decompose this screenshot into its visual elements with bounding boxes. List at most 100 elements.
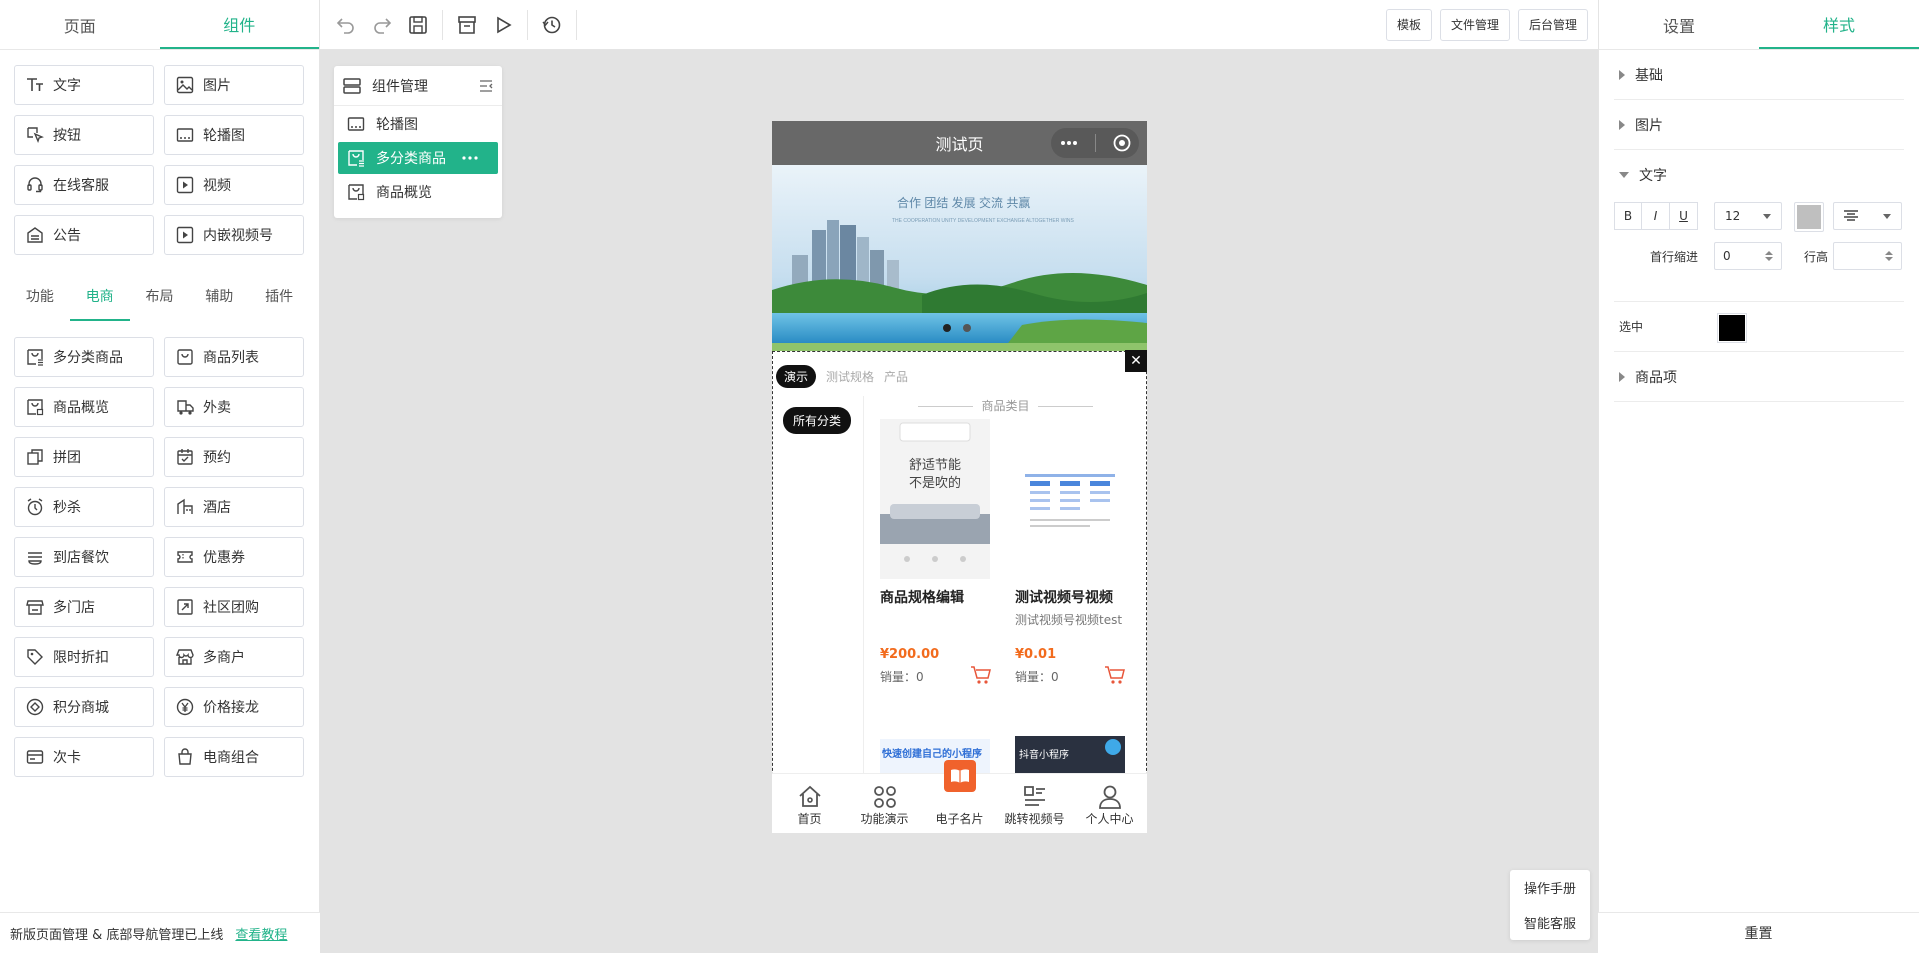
- component-bag[interactable]: 电商组合: [164, 737, 304, 777]
- reset-button[interactable]: 重置: [1598, 912, 1919, 953]
- section-label: 图片: [1635, 117, 1663, 134]
- collapse-icon[interactable]: [478, 78, 494, 94]
- remove-component-button[interactable]: ✕: [1125, 350, 1147, 372]
- section-image[interactable]: 图片: [1614, 100, 1904, 150]
- carousel-banner[interactable]: 合作 团结 发展 交流 共赢 THE COOPERATION UNITY DEV…: [772, 165, 1147, 351]
- component-online-service[interactable]: 在线客服: [14, 165, 154, 205]
- component-carousel[interactable]: 轮播图: [164, 115, 304, 155]
- tab-components[interactable]: 组件: [159, 0, 319, 49]
- archive-button[interactable]: [449, 7, 485, 43]
- component-tag[interactable]: 限时折扣: [14, 637, 154, 677]
- cm-item-carousel[interactable]: 轮播图: [338, 108, 498, 140]
- text-color-picker[interactable]: [1794, 202, 1824, 232]
- nav-video-channel[interactable]: 跳转视频号: [997, 774, 1072, 833]
- view-tutorial-link[interactable]: 查看教程: [235, 924, 287, 943]
- collapse-icon: [1619, 172, 1629, 178]
- tab-page[interactable]: 页面: [0, 0, 160, 49]
- component-alarm[interactable]: 秒杀: [14, 487, 154, 527]
- product-list-icon: [175, 347, 195, 367]
- italic-button[interactable]: I: [1642, 202, 1670, 230]
- product-tab-product[interactable]: 产品: [884, 368, 908, 385]
- component-product-overview[interactable]: 商品概览: [14, 387, 154, 427]
- component-embedded-video[interactable]: 内嵌视频号: [164, 215, 304, 255]
- stepper-icon[interactable]: [1765, 251, 1773, 261]
- component-hotel[interactable]: 酒店: [164, 487, 304, 527]
- component-label: 内嵌视频号: [203, 228, 273, 244]
- component-label: 商品概览: [53, 400, 109, 416]
- save-button[interactable]: [400, 7, 436, 43]
- component-store[interactable]: 多门店: [14, 587, 154, 627]
- component-video[interactable]: 视频: [164, 165, 304, 205]
- component-notice[interactable]: 公告: [14, 215, 154, 255]
- subtab-auxiliary[interactable]: 辅助: [189, 273, 249, 321]
- product-tab-spec[interactable]: 测试规格: [826, 368, 874, 385]
- cart-icon[interactable]: [1104, 664, 1126, 686]
- group-buy-icon: [25, 447, 45, 467]
- component-points[interactable]: 积分商城: [14, 687, 154, 727]
- product-image[interactable]: 舒适节能 不是吹的: [880, 419, 990, 579]
- nav-profile[interactable]: 个人中心: [1072, 774, 1147, 833]
- product-image[interactable]: [1015, 419, 1125, 579]
- component-delivery[interactable]: 外卖: [164, 387, 304, 427]
- component-text[interactable]: 文字: [14, 65, 154, 105]
- more-icon[interactable]: [460, 148, 480, 168]
- component-label: 社区团购: [203, 600, 259, 616]
- component-manager: 组件管理 轮播图 多分类商品 商品概览: [334, 66, 502, 218]
- undo-button[interactable]: [328, 7, 364, 43]
- subtab-layout[interactable]: 布局: [130, 273, 190, 321]
- component-multi-category[interactable]: 多分类商品: [14, 337, 154, 377]
- cm-item-product-overview[interactable]: 商品概览: [338, 176, 498, 208]
- underline-button[interactable]: U: [1670, 202, 1698, 230]
- nav-feature-demo[interactable]: 功能演示: [847, 774, 922, 833]
- manual-link[interactable]: 操作手册: [1524, 878, 1576, 897]
- component-card[interactable]: 次卡: [14, 737, 154, 777]
- subtab-function[interactable]: 功能: [10, 273, 70, 321]
- template-button[interactable]: 模板: [1385, 8, 1432, 41]
- indent-value: 0: [1723, 249, 1731, 263]
- component-product-list[interactable]: 商品列表: [164, 337, 304, 377]
- component-merchant[interactable]: 多商户: [164, 637, 304, 677]
- subtab-ecommerce[interactable]: 电商: [69, 273, 130, 321]
- component-yen[interactable]: 价格接龙: [164, 687, 304, 727]
- tab-settings[interactable]: 设置: [1599, 0, 1759, 49]
- admin-button[interactable]: 后台管理: [1517, 8, 1588, 41]
- section-basic[interactable]: 基础: [1614, 50, 1904, 100]
- preview-button[interactable]: [485, 7, 521, 43]
- bold-button[interactable]: B: [1614, 202, 1642, 230]
- subtab-plugin[interactable]: 插件: [249, 273, 309, 321]
- cm-item-label: 商品概览: [376, 185, 432, 201]
- component-calendar[interactable]: 预约: [164, 437, 304, 477]
- stepper-icon[interactable]: [1885, 251, 1893, 261]
- product-image[interactable]: 抖音小程序: [1015, 736, 1125, 773]
- component-dining[interactable]: 到店餐饮: [14, 537, 154, 577]
- carousel-dot-active[interactable]: [943, 324, 951, 332]
- font-size-select[interactable]: 12: [1714, 202, 1782, 230]
- component-coupon[interactable]: 优惠券: [164, 537, 304, 577]
- section-product-item[interactable]: 商品项: [1614, 352, 1904, 402]
- component-group-buy[interactable]: 拼团: [14, 437, 154, 477]
- cart-icon[interactable]: [970, 664, 992, 686]
- component-image[interactable]: 图片: [164, 65, 304, 105]
- selected-color-picker[interactable]: [1717, 313, 1747, 343]
- tab-style[interactable]: 样式: [1759, 0, 1919, 49]
- component-community[interactable]: 社区团购: [164, 587, 304, 627]
- target-icon[interactable]: [1113, 134, 1131, 152]
- toolbar-divider: [576, 9, 577, 40]
- component-button[interactable]: 按钮: [14, 115, 154, 155]
- category-all[interactable]: 所有分类: [783, 407, 852, 434]
- redo-button[interactable]: [364, 7, 400, 43]
- nav-business-card[interactable]: 电子名片: [922, 760, 997, 833]
- more-icon[interactable]: [1060, 140, 1078, 146]
- carousel-dot[interactable]: [963, 324, 971, 332]
- product-tab-demo[interactable]: 演示: [776, 365, 817, 388]
- smart-service-link[interactable]: 智能客服: [1524, 913, 1576, 932]
- line-height-input[interactable]: [1833, 242, 1902, 270]
- indent-input[interactable]: 0: [1714, 242, 1782, 270]
- store-icon: [25, 597, 45, 617]
- cm-item-multi-category[interactable]: 多分类商品: [338, 142, 498, 174]
- align-select[interactable]: [1833, 202, 1902, 230]
- section-text[interactable]: 文字: [1614, 150, 1904, 200]
- file-management-button[interactable]: 文件管理: [1439, 8, 1510, 41]
- nav-home[interactable]: 首页: [772, 774, 847, 833]
- history-button[interactable]: [534, 7, 570, 43]
